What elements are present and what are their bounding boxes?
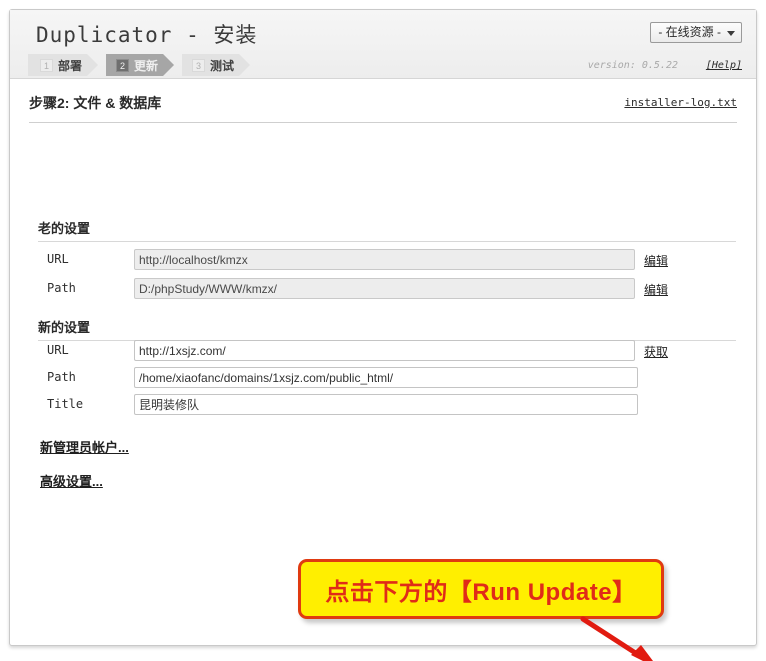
new-path-label: Path [47,370,76,384]
step-label-1: 部署 [58,58,83,73]
installer-log-link[interactable]: installer-log.txt [624,96,737,109]
advanced-settings-link[interactable]: 高级设置... [40,471,103,490]
old-url-input[interactable] [134,249,635,270]
online-resources-selected-value: - 在线资源 - [658,25,721,39]
step-item-deploy[interactable]: 1 部署 [28,54,98,76]
step-header: 步骤2: 文件 & 数据库 installer-log.txt [29,93,737,123]
new-admin-account-link[interactable]: 新管理员帐户... [40,437,129,456]
step-number-3: 3 [192,59,205,72]
old-path-input[interactable] [134,278,635,299]
step-item-update[interactable]: 2 更新 [106,54,174,76]
new-title-label: Title [47,397,84,411]
step-item-test[interactable]: 3 测试 [182,54,250,76]
old-url-row: URL 编辑 [47,249,707,271]
step-label-3: 测试 [210,58,235,73]
step-number-1: 1 [40,59,53,72]
new-title-input[interactable] [134,394,638,415]
step-number-2: 2 [116,59,129,72]
old-url-edit-link[interactable]: 编辑 [644,252,668,269]
page-root: Duplicator - 安装 - 在线资源 - 1 部署 2 更新 3 测试 [0,0,766,661]
installer-window: Duplicator - 安装 - 在线资源 - 1 部署 2 更新 3 测试 [9,9,757,661]
old-path-row: Path 编辑 [47,278,707,300]
new-path-input[interactable] [134,367,638,388]
old-path-edit-link[interactable]: 编辑 [644,281,668,298]
help-link[interactable]: [Help] [706,60,742,71]
new-settings-heading: 新的设置 [38,317,736,341]
new-url-fetch-link[interactable]: 获取 [644,343,668,360]
new-path-row: Path [47,367,707,389]
app-header: Duplicator - 安装 - 在线资源 - 1 部署 2 更新 3 测试 [10,10,756,79]
new-title-row: Title [47,394,707,416]
version-text: version: 0.5.22 [587,60,678,71]
step-label-2: 更新 [134,58,159,73]
old-url-label: URL [47,252,69,266]
online-resources-dropdown[interactable]: - 在线资源 - [650,22,742,43]
old-path-label: Path [47,281,76,295]
arrow-down-right-icon [580,616,653,661]
page-title: Duplicator - 安装 [36,23,258,47]
new-url-input[interactable] [134,340,635,361]
old-settings-heading: 老的设置 [38,218,736,242]
new-url-row: URL 获取 [47,340,707,362]
chevron-down-icon [727,31,735,36]
new-url-label: URL [47,343,69,357]
step-title: 步骤2: 文件 & 数据库 [29,95,162,111]
step-breadcrumb: 1 部署 2 更新 3 测试 [28,54,258,76]
callout-text: 点击下方的【Run Update】 [325,578,637,606]
